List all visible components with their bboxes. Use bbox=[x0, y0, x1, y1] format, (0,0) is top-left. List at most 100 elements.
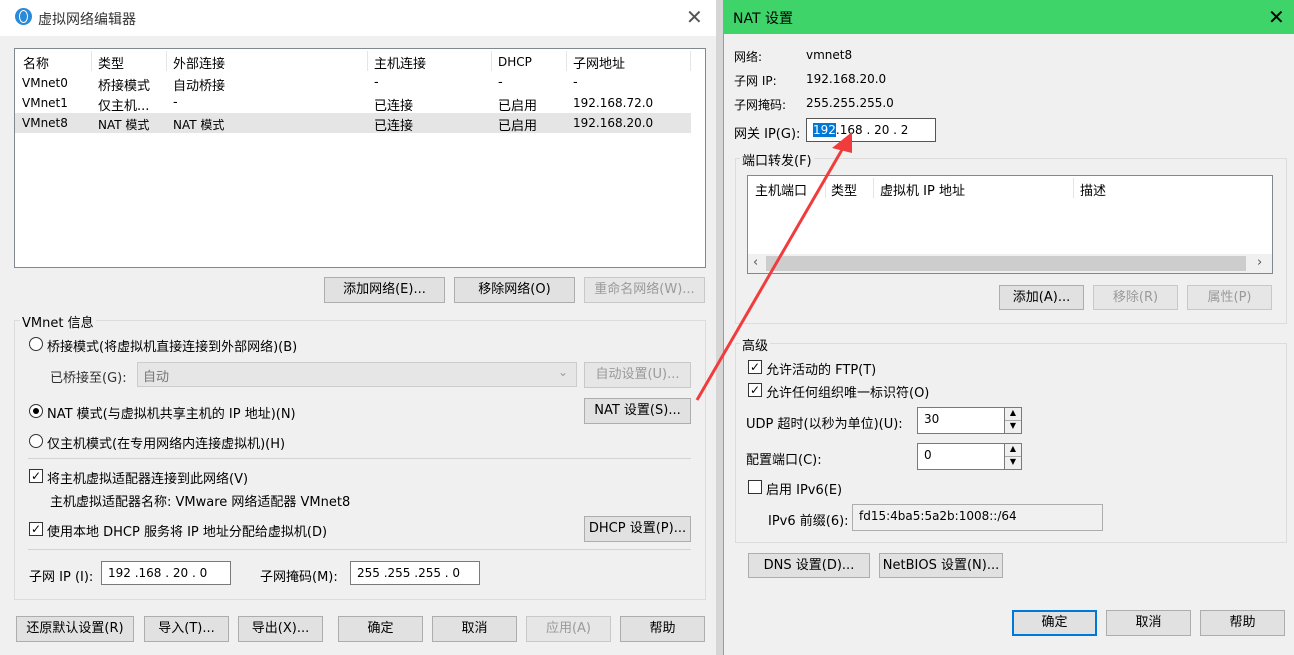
close-icon[interactable]: ✕ bbox=[1268, 5, 1285, 29]
column-header[interactable]: 虚拟机 IP 地址 bbox=[880, 180, 965, 199]
table-cell: - bbox=[498, 75, 503, 90]
ok-button[interactable]: 确定 bbox=[338, 616, 423, 642]
allow-ftp-label[interactable]: 允许活动的 FTP(T) bbox=[766, 359, 876, 378]
nat-window-title: NAT 设置 bbox=[733, 11, 793, 27]
column-header[interactable]: 外部连接 bbox=[173, 53, 225, 72]
add-port-button[interactable]: 添加(A)... bbox=[999, 285, 1084, 310]
import-button[interactable]: 导入(T)... bbox=[144, 616, 229, 642]
bridge-mode-label[interactable]: 桥接模式(将虚拟机直接连接到外部网络)(B) bbox=[47, 336, 297, 355]
table-header: 名称 类型 外部连接 主机连接 DHCP 子网地址 bbox=[15, 49, 705, 73]
subnet-mask-input[interactable]: 255 .255 .255 . 0 bbox=[350, 561, 480, 585]
table-row[interactable]: VMnet1 仅主机... - 已连接 已启用 192.168.72.0 bbox=[15, 93, 705, 114]
subnet-mask-label: 子网掩码: bbox=[734, 98, 787, 112]
table-cell: 已连接 bbox=[374, 119, 414, 134]
ipv6-prefix-label: IPv6 前缀(6): bbox=[768, 514, 849, 529]
table-cell: NAT 模式 bbox=[173, 118, 225, 132]
virtual-network-editor-window: 虚拟网络编辑器 ✕ 名称 类型 外部连接 主机连接 DHCP 子网地址 VMne… bbox=[0, 0, 716, 655]
udp-timeout-input[interactable]: 30 bbox=[917, 407, 1005, 434]
close-icon[interactable]: ✕ bbox=[686, 5, 703, 29]
apply-button[interactable]: 应用(A) bbox=[526, 616, 611, 642]
add-network-button[interactable]: 添加网络(E)... bbox=[324, 277, 445, 303]
column-header[interactable]: 子网地址 bbox=[573, 53, 625, 72]
gateway-ip-input[interactable]: 192.168 . 20 . 2 bbox=[806, 118, 936, 142]
use-dhcp-checkbox[interactable]: ✓ bbox=[29, 522, 43, 536]
table-cell: 桥接模式 bbox=[98, 79, 151, 94]
up-arrow-icon[interactable]: ▲ bbox=[1005, 444, 1021, 457]
subnet-mask-value: 255.255.255.0 bbox=[806, 96, 894, 110]
globe-icon-grid bbox=[19, 10, 28, 23]
column-header[interactable]: DHCP bbox=[498, 55, 532, 69]
gateway-octets-rest: .168 . 20 . 2 bbox=[835, 123, 909, 137]
table-cell: 已连接 bbox=[374, 99, 414, 114]
gateway-label: 网关 IP(G): bbox=[734, 127, 801, 142]
nat-help-button[interactable]: 帮助 bbox=[1200, 610, 1285, 636]
connect-adapter-label[interactable]: 将主机虚拟适配器连接到此网络(V) bbox=[47, 468, 248, 487]
column-header[interactable]: 名称 bbox=[23, 53, 49, 72]
scroll-right-icon[interactable]: › bbox=[1257, 255, 1262, 270]
subnet-mask-label: 子网掩码(M): bbox=[260, 570, 338, 585]
column-header[interactable]: 主机端口 bbox=[755, 180, 807, 199]
subnet-ip-input[interactable]: 192 .168 . 20 . 0 bbox=[101, 561, 231, 585]
bridge-mode-radio[interactable] bbox=[29, 337, 43, 351]
column-header[interactable]: 主机连接 bbox=[374, 53, 426, 72]
horizontal-scrollbar[interactable]: ‹ › bbox=[748, 254, 1272, 273]
help-button[interactable]: 帮助 bbox=[620, 616, 705, 642]
bridged-to-value: 自动 bbox=[143, 370, 170, 385]
dns-settings-button[interactable]: DNS 设置(D)... bbox=[748, 553, 870, 578]
down-arrow-icon[interactable]: ▼ bbox=[1005, 457, 1021, 470]
table-cell: 自动桥接 bbox=[173, 79, 226, 94]
divider bbox=[28, 458, 691, 459]
window-title: 虚拟网络编辑器 bbox=[38, 12, 136, 28]
up-arrow-icon[interactable]: ▲ bbox=[1005, 408, 1021, 421]
column-header[interactable]: 类型 bbox=[831, 180, 857, 199]
cancel-button[interactable]: 取消 bbox=[432, 616, 517, 642]
nat-ok-button[interactable]: 确定 bbox=[1012, 610, 1097, 636]
table-cell: - bbox=[374, 75, 379, 90]
gateway-octet-selected: 192 bbox=[813, 123, 836, 137]
table-row-selected[interactable]: VMnet8 NAT 模式 NAT 模式 已连接 已启用 192.168.20.… bbox=[15, 113, 691, 134]
nat-mode-label[interactable]: NAT 模式(与虚拟机共享主机的 IP 地址)(N) bbox=[47, 403, 296, 422]
port-forward-list[interactable]: 主机端口 类型 虚拟机 IP 地址 描述 ‹ › bbox=[747, 175, 1273, 274]
scroll-left-icon[interactable]: ‹ bbox=[753, 255, 758, 270]
netbios-settings-button[interactable]: NetBIOS 设置(N)... bbox=[879, 553, 1003, 578]
enable-ipv6-label[interactable]: 启用 IPv6(E) bbox=[766, 479, 842, 498]
down-arrow-icon[interactable]: ▼ bbox=[1005, 421, 1021, 434]
allow-ftp-checkbox[interactable]: ✓ bbox=[748, 360, 762, 374]
ipv6-prefix-input[interactable]: fd15:4ba5:5a2b:1008::/64 bbox=[852, 504, 1103, 531]
port-properties-button[interactable]: 属性(P) bbox=[1187, 285, 1272, 310]
column-header[interactable]: 描述 bbox=[1080, 180, 1106, 199]
scrollbar-thumb[interactable] bbox=[766, 256, 1246, 271]
nat-mode-radio[interactable] bbox=[29, 404, 43, 418]
subnet-ip-value: 192.168.20.0 bbox=[806, 72, 887, 86]
nat-settings-button[interactable]: NAT 设置(S)... bbox=[584, 398, 691, 424]
divider bbox=[28, 549, 691, 550]
nat-title-bar: NAT 设置 ✕ bbox=[724, 0, 1294, 34]
table-cell: 已启用 bbox=[498, 119, 538, 134]
remove-port-button[interactable]: 移除(R) bbox=[1093, 285, 1178, 310]
allow-uuid-label[interactable]: 允许任何组织唯一标识符(O) bbox=[766, 382, 929, 401]
remove-network-button[interactable]: 移除网络(O) bbox=[454, 277, 575, 303]
host-only-label[interactable]: 仅主机模式(在专用网络内连接虚拟机)(H) bbox=[47, 433, 285, 452]
bridged-to-select[interactable]: 自动 ⌄ bbox=[137, 362, 577, 387]
table-cell: 仅主机... bbox=[98, 99, 150, 114]
export-button[interactable]: 导出(X)... bbox=[238, 616, 323, 642]
use-dhcp-label[interactable]: 使用本地 DHCP 服务将 IP 地址分配给虚拟机(D) bbox=[47, 521, 327, 540]
allow-uuid-checkbox[interactable]: ✓ bbox=[748, 383, 762, 397]
config-port-input[interactable]: 0 bbox=[917, 443, 1005, 470]
dhcp-settings-button[interactable]: DHCP 设置(P)... bbox=[584, 516, 691, 542]
nat-cancel-button[interactable]: 取消 bbox=[1106, 610, 1191, 636]
restore-defaults-button[interactable]: 还原默认设置(R) bbox=[16, 616, 134, 642]
desktop-gap bbox=[716, 0, 723, 655]
advanced-title: 高级 bbox=[740, 335, 771, 354]
host-only-radio[interactable] bbox=[29, 434, 43, 448]
enable-ipv6-checkbox[interactable] bbox=[748, 480, 762, 494]
connect-adapter-checkbox[interactable]: ✓ bbox=[29, 469, 43, 483]
udp-timeout-stepper[interactable]: ▲ ▼ bbox=[1004, 407, 1022, 434]
auto-settings-button[interactable]: 自动设置(U)... bbox=[584, 362, 691, 388]
config-port-stepper[interactable]: ▲ ▼ bbox=[1004, 443, 1022, 470]
table-cell: 192.168.20.0 bbox=[573, 116, 654, 130]
table-row[interactable]: VMnet0 桥接模式 自动桥接 - - - bbox=[15, 73, 705, 94]
rename-network-button[interactable]: 重命名网络(W)... bbox=[584, 277, 705, 303]
column-header[interactable]: 类型 bbox=[98, 53, 124, 72]
port-forward-title: 端口转发(F) bbox=[740, 150, 814, 169]
